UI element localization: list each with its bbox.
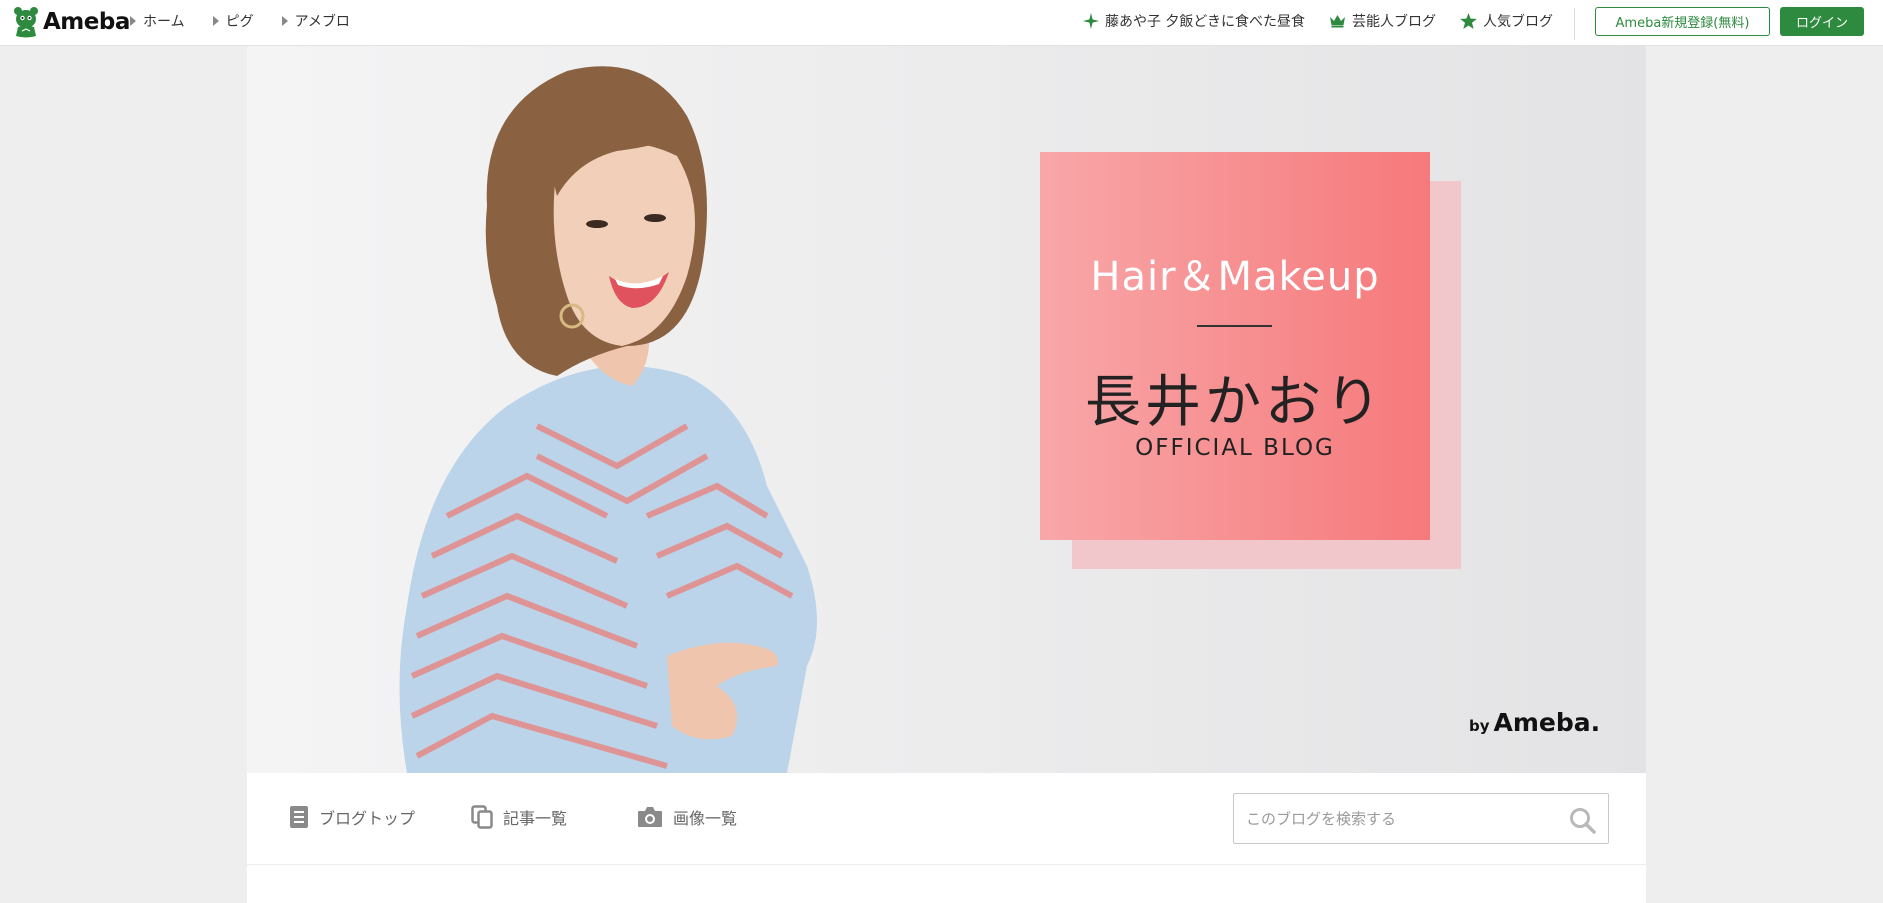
crown-icon [1330,15,1345,28]
blog-top-label: ブログトップ [319,809,416,828]
title-english: Hair＆Makeup [1090,254,1380,300]
triangle-right-icon [281,16,288,26]
sparkle-icon [1082,13,1099,29]
header-right-links: 藤あや子 夕飯どきに食べた昼食 芸能人ブログ 人気ブログ [1059,11,1553,31]
by-label: by [1469,717,1490,735]
blog-title-card: Hair＆Makeup 長井かおり OFFICIAL BLOG [1040,152,1430,540]
by-ameba-mark: by Ameba. [1469,708,1600,737]
ameba-mascot-icon [14,7,38,38]
nav-pigg[interactable]: ピグ [212,11,254,31]
blog-search-input[interactable] [1234,794,1554,843]
search-icon[interactable] [1568,806,1598,834]
ameba-wordmark: Ameba. [1493,708,1601,737]
celebrity-blog-label: 芸能人ブログ [1352,14,1436,30]
celebrity-blog-link[interactable]: 芸能人ブログ [1329,11,1436,31]
nav-home[interactable]: ホーム [130,11,185,31]
blog-header-image[interactable]: Hair＆Makeup 長井かおり OFFICIAL BLOG by Ameba… [247,46,1646,773]
login-button[interactable]: ログイン [1780,7,1864,36]
register-button[interactable]: Ameba新規登録(無料) [1595,7,1770,36]
article-list-link[interactable]: 記事一覧 [471,805,567,829]
image-list-label: 画像一覧 [673,809,738,828]
portrait-image [399,66,817,773]
header-divider [1574,8,1575,40]
image-list-link[interactable]: 画像一覧 [637,805,737,829]
nav-ameblo[interactable]: アメブロ [281,11,350,31]
blog-navigation: ブログトップ 記事一覧 画像一覧 [247,773,1646,865]
title-divider [1197,325,1272,327]
title-japanese-name: 長井かおり [1085,370,1385,435]
trending-topic-link[interactable]: 藤あや子 夕飯どきに食べた昼食 [1082,11,1305,31]
nav-ameblo-label: アメブロ [294,14,350,30]
blog-search-box [1233,793,1609,844]
article-list-label: 記事一覧 [503,809,568,828]
nav-pigg-label: ピグ [225,14,254,30]
nav-home-label: ホーム [143,14,185,30]
camera-icon [638,807,662,827]
popular-blog-link[interactable]: 人気ブログ [1460,11,1553,31]
triangle-right-icon [130,16,136,26]
popular-blog-label: 人気ブログ [1483,14,1553,30]
copy-icon [471,805,493,829]
star-icon [1460,13,1477,29]
title-subtitle: OFFICIAL BLOG [1135,435,1335,461]
main-content-area [247,865,1646,903]
logo-text: Ameba [43,9,130,35]
top-header: Ameba ホーム ピグ アメブロ 藤あや子 夕飯どきに食べた昼食 芸能人ブログ… [0,0,1883,46]
document-icon [290,806,308,828]
triangle-right-icon [212,16,219,26]
global-nav: ホーム ピグ アメブロ [130,11,378,31]
trending-topic-label: 藤あや子 夕飯どきに食べた昼食 [1104,14,1305,30]
blog-top-link[interactable]: ブログトップ [289,805,415,829]
ameba-logo[interactable]: Ameba [13,5,130,39]
